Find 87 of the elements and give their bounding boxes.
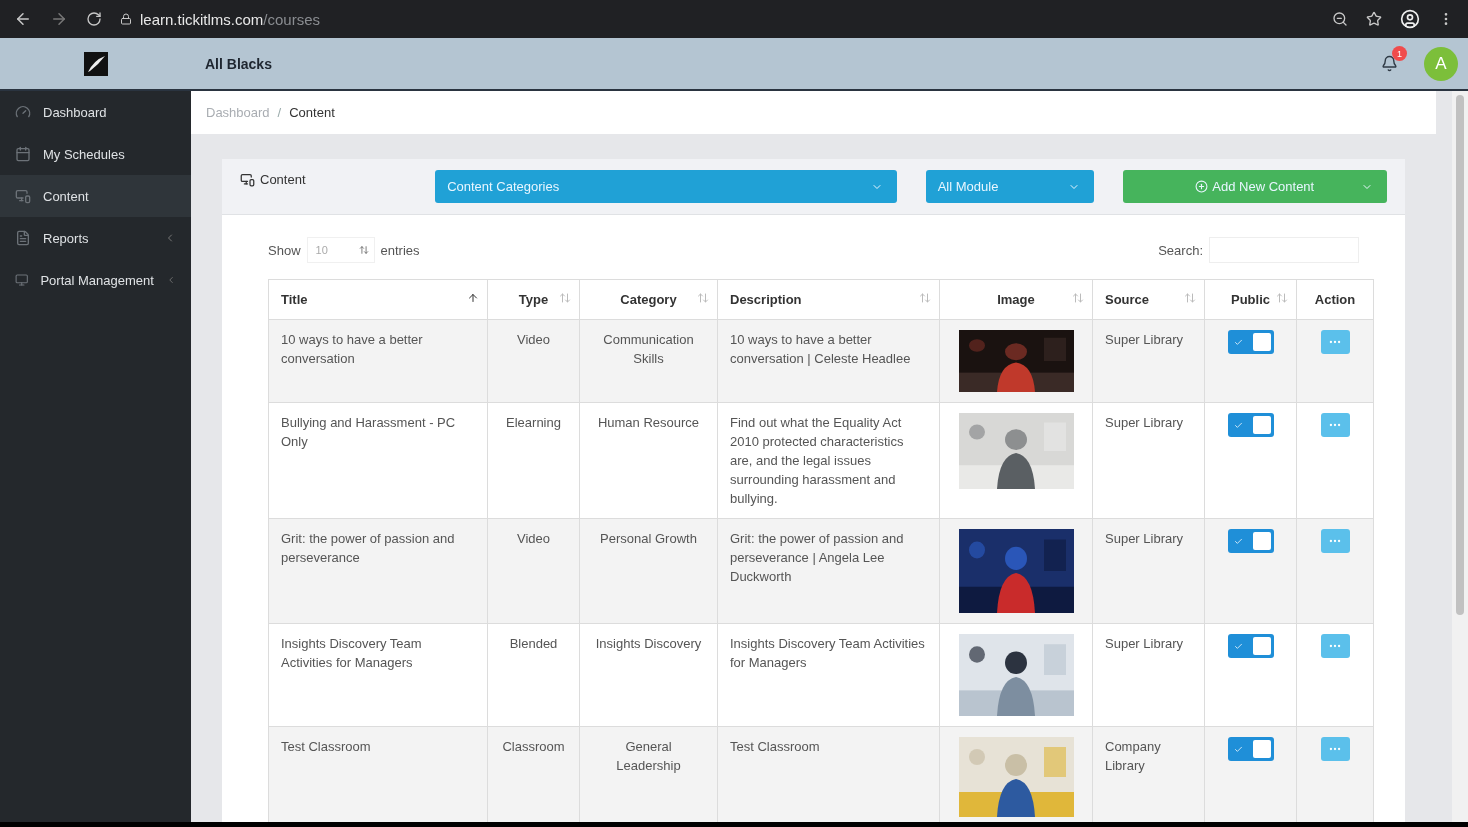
column-header[interactable]: Category [579, 279, 718, 320]
sort-icon [1072, 292, 1084, 304]
notification-badge: 1 [1392, 46, 1407, 61]
public-toggle[interactable] [1227, 413, 1274, 437]
actions-button[interactable] [1320, 634, 1350, 658]
address-bar[interactable]: learn.tickitlms.com/courses [140, 10, 321, 28]
forward-icon[interactable] [50, 10, 68, 28]
title-cell: Grit: the power of passion and perseverance [281, 531, 455, 565]
stepper-arrows-icon [358, 245, 369, 255]
category-cell: General Leadership [616, 739, 681, 773]
sidebar-item[interactable]: Dashboard [0, 91, 191, 133]
title-cell: Bullying and Harassment - PC Only [281, 415, 456, 449]
sidebar-item[interactable]: Reports [0, 217, 191, 259]
source-cell: Company Library [1105, 739, 1161, 773]
column-header[interactable]: Source [1092, 279, 1205, 320]
check-icon [1233, 337, 1243, 347]
check-icon [1233, 420, 1243, 430]
category-cell: Human Resource [597, 415, 700, 430]
description-cell: Find out what the Equality Act 2010 protected characteristics are, and the legal issues surrounding harassment and bullying. [730, 415, 904, 506]
column-header[interactable]: Description [717, 279, 940, 320]
check-icon [1233, 641, 1243, 651]
show-label: Show [268, 242, 301, 258]
card-title: Content [260, 172, 306, 187]
sidebar-item[interactable]: Content [0, 175, 191, 217]
breadcrumb-current: Content [289, 105, 335, 120]
notification-bell-icon[interactable] [1381, 55, 1398, 72]
type-cell: Video [517, 332, 550, 347]
sidebar-item[interactable]: Portal Management [0, 259, 191, 301]
back-icon[interactable] [14, 10, 32, 28]
description-cell: Grit: the power of passion and perseverance | Angela Lee Duckworth [730, 531, 904, 584]
actions-button[interactable] [1320, 737, 1350, 761]
organization-name: All Blacks [205, 55, 273, 72]
lock-icon [120, 13, 132, 25]
category-cell: Personal Growth [600, 531, 697, 546]
check-icon [1233, 744, 1243, 754]
source-cell: Super Library [1105, 531, 1184, 546]
type-cell: Video [517, 531, 550, 546]
sort-icon [559, 292, 571, 304]
source-cell: Super Library [1105, 636, 1184, 651]
sort-icon [697, 292, 709, 304]
title-cell: 10 ways to have a better conversation [281, 332, 423, 366]
bookmark-star-icon[interactable] [1366, 11, 1382, 27]
type-cell: Elearning [506, 415, 561, 430]
description-cell: Insights Discovery Team Activities for Managers [730, 636, 925, 670]
content-icon [240, 172, 255, 187]
sidebar-item-icon [15, 230, 31, 246]
actions-button[interactable] [1320, 330, 1350, 354]
column-header[interactable]: Public [1204, 279, 1297, 320]
category-cell: Communication Skills [603, 332, 694, 366]
zoom-icon[interactable] [1332, 11, 1348, 27]
column-header[interactable]: Title [268, 279, 488, 320]
fern-logo[interactable] [83, 51, 108, 76]
description-cell: 10 ways to have a better conversation | Celeste Headlee [730, 332, 911, 366]
title-cell: Test Classroom [281, 739, 371, 754]
sort-icon [1184, 292, 1196, 304]
plus-circle-icon [1195, 180, 1209, 193]
sidebar-item-icon [15, 188, 31, 204]
description-cell: Test Classroom [730, 739, 820, 754]
category-cell: Insights Discovery [595, 636, 702, 651]
title-cell: Insights Discovery Team Activities for Managers [281, 636, 422, 670]
scrollbar[interactable] [1452, 91, 1468, 822]
column-header: Action [1296, 279, 1374, 320]
search-label: Search: [1158, 242, 1203, 258]
sidebar-item-icon [15, 272, 29, 288]
column-header[interactable]: Type [487, 279, 580, 320]
sidebar-item[interactable]: My Schedules [0, 133, 191, 175]
sort-ascending-icon [467, 292, 479, 304]
column-header[interactable]: Image [939, 279, 1093, 320]
sort-icon [1276, 292, 1288, 304]
sidebar-item-icon [15, 104, 31, 120]
source-cell: Super Library [1105, 415, 1184, 430]
type-cell: Blended [509, 636, 558, 651]
account-icon[interactable] [1400, 9, 1420, 29]
public-toggle[interactable] [1227, 634, 1274, 658]
check-icon [1233, 536, 1243, 546]
actions-button[interactable] [1320, 413, 1350, 437]
entries-label: entries [380, 242, 420, 258]
sort-icon [919, 292, 931, 304]
actions-button[interactable] [1320, 529, 1350, 553]
sidebar-item-icon [15, 146, 31, 162]
public-toggle[interactable] [1227, 529, 1274, 553]
source-cell: Super Library [1105, 332, 1184, 347]
type-cell: Classroom [502, 739, 565, 754]
public-toggle[interactable] [1227, 737, 1274, 761]
breadcrumb-separator: / [277, 105, 282, 120]
reload-icon[interactable] [86, 11, 102, 27]
public-toggle[interactable] [1227, 330, 1274, 354]
